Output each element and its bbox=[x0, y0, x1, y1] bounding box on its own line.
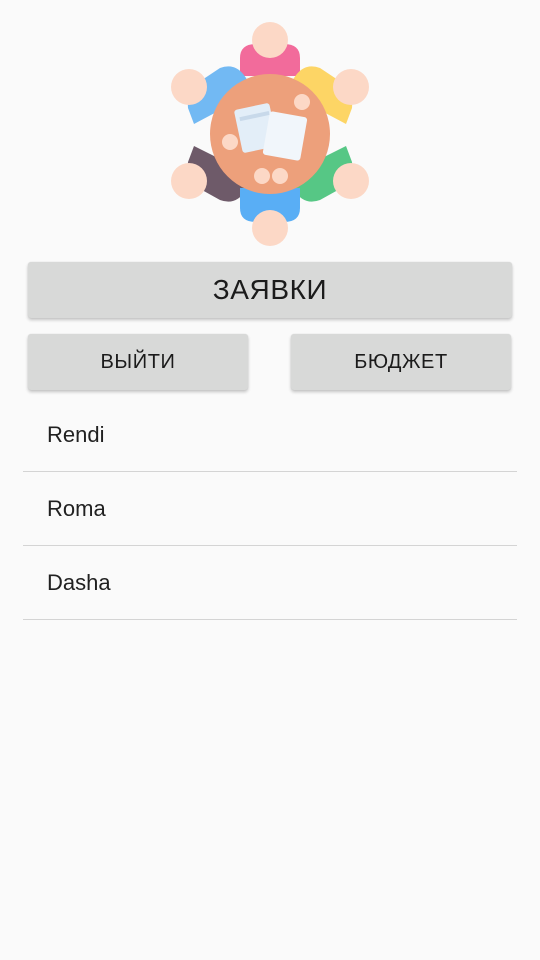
list-item[interactable]: Rendi bbox=[23, 398, 517, 472]
requests-button[interactable]: ЗАЯВКИ bbox=[28, 262, 512, 318]
user-name: Dasha bbox=[47, 570, 111, 595]
list-item[interactable]: Roma bbox=[23, 472, 517, 546]
logout-button[interactable]: ВЫЙТИ bbox=[28, 334, 248, 390]
user-list: Rendi Roma Dasha bbox=[23, 398, 517, 620]
user-name: Roma bbox=[47, 496, 106, 521]
list-item[interactable]: Dasha bbox=[23, 546, 517, 620]
user-name: Rendi bbox=[47, 422, 105, 447]
team-meeting-icon bbox=[166, 18, 374, 250]
budget-button[interactable]: БЮДЖЕТ bbox=[291, 334, 511, 390]
